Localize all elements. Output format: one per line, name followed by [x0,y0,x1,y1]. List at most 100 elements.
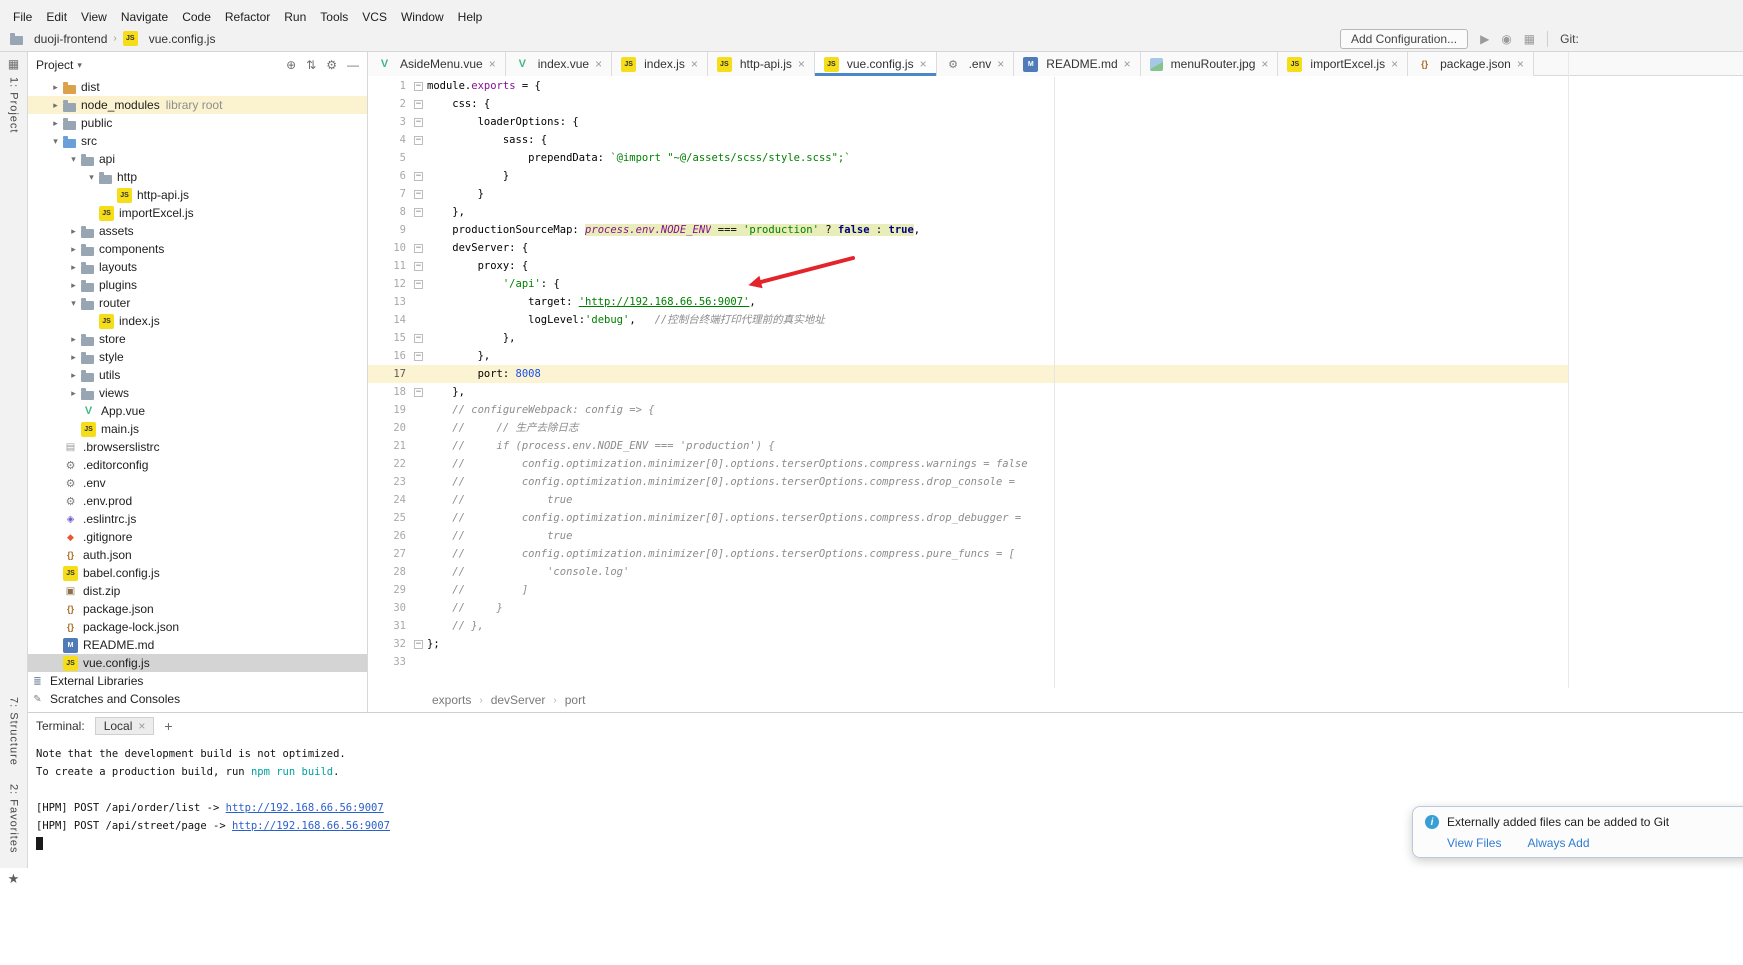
settings-icon[interactable]: ⚙ [326,58,337,72]
code-line[interactable]: 33 [368,653,1568,671]
code-line[interactable]: 17 port: 8008 [368,365,1568,383]
code-line[interactable]: 13 target: 'http://192.168.66.56:9007', [368,293,1568,311]
tab-close-icon[interactable]: × [1517,57,1524,71]
tab-readme-md[interactable]: README.md× [1014,52,1140,76]
chevron-right-icon[interactable]: ▸ [66,280,81,291]
menu-window[interactable]: Window [394,8,451,26]
breadcrumb-file[interactable]: vue.config.js [149,32,216,46]
tree-item-scratches-and-consoles[interactable]: Scratches and Consoles [28,690,367,708]
code-line[interactable]: 30 // } [368,599,1568,617]
tree-item-package-lock-json[interactable]: package-lock.json [28,618,367,636]
code-line[interactable]: 12− '/api': { [368,275,1568,293]
code-line[interactable]: 2− css: { [368,95,1568,113]
chevron-down-icon[interactable]: ▾ [66,298,81,309]
tab-close-icon[interactable]: × [691,57,698,71]
notification-action-view-files[interactable]: View Files [1447,836,1501,850]
chevron-right-icon[interactable]: ▸ [66,388,81,399]
tree-item-vue-config-js[interactable]: vue.config.js [28,654,367,672]
code-line[interactable]: 32−}; [368,635,1568,653]
chevron-right-icon[interactable]: ▸ [48,82,63,93]
tree-item-babel-config-js[interactable]: babel.config.js [28,564,367,582]
notification-action-always-add[interactable]: Always Add [1527,836,1589,850]
code-line[interactable]: 21 // if (process.env.NODE_ENV === 'prod… [368,437,1568,455]
fold-icon[interactable]: − [414,388,423,397]
tab-close-icon[interactable]: × [489,57,496,71]
tree-item-editorconfig[interactable]: .editorconfig [28,456,367,474]
tree-item-api[interactable]: ▾api [28,150,367,168]
code-line[interactable]: 23 // config.optimization.minimizer[0].o… [368,473,1568,491]
code-line[interactable]: 16− }, [368,347,1568,365]
tree-item-env-prod[interactable]: .env.prod [28,492,367,510]
tab-close-icon[interactable]: × [1391,57,1398,71]
tree-item-importexcel-js[interactable]: importExcel.js [28,204,367,222]
menu-run[interactable]: Run [277,8,313,26]
tree-item-external-libraries[interactable]: External Libraries [28,672,367,690]
menu-refactor[interactable]: Refactor [218,8,277,26]
code-line[interactable]: 4− sass: { [368,131,1568,149]
breadcrumb-devserver[interactable]: devServer [491,693,546,707]
chevron-down-icon[interactable]: ▾ [77,60,82,71]
chevron-down-icon[interactable]: ▾ [48,136,63,147]
tree-item-auth-json[interactable]: auth.json [28,546,367,564]
project-stripe-icon[interactable]: ▦ [8,57,19,71]
hide-icon[interactable]: — [347,58,359,72]
chevron-right-icon[interactable]: ▸ [66,352,81,363]
menu-view[interactable]: View [74,8,114,26]
code-line[interactable]: 3− loaderOptions: { [368,113,1568,131]
menu-code[interactable]: Code [175,8,218,26]
tree-item-public[interactable]: ▸public [28,114,367,132]
fold-icon[interactable]: − [414,334,423,343]
tab-importexcel-js[interactable]: importExcel.js× [1278,52,1408,76]
tree-item-assets[interactable]: ▸assets [28,222,367,240]
menu-vcs[interactable]: VCS [355,8,394,26]
terminal-link[interactable]: http://192.168.66.56:9007 [226,802,384,814]
chevron-right-icon[interactable]: ▸ [66,370,81,381]
chevron-right-icon[interactable]: ▸ [66,262,81,273]
code-line[interactable]: 19 // configureWebpack: config => { [368,401,1568,419]
tree-item-src[interactable]: ▾src [28,132,367,150]
tree-item-node-modules[interactable]: ▸node_moduleslibrary root [28,96,367,114]
chevron-right-icon[interactable]: ▸ [66,226,81,237]
code-line[interactable]: 7− } [368,185,1568,203]
tree-item-router[interactable]: ▾router [28,294,367,312]
run-icon[interactable]: ▶ [1480,32,1489,46]
tree-item-gitignore[interactable]: .gitignore [28,528,367,546]
add-configuration-button[interactable]: Add Configuration... [1340,29,1468,49]
tab-http-api-js[interactable]: http-api.js× [708,52,815,76]
code-line[interactable]: 5 prependData: `@import "~@/assets/scss/… [368,149,1568,167]
chevron-right-icon[interactable]: ▸ [66,334,81,345]
locate-icon[interactable]: ⊕ [286,58,296,72]
tab-close-icon[interactable]: × [1124,57,1131,71]
code-line[interactable]: 31 // }, [368,617,1568,635]
tool-window-button-2-favorites[interactable]: 2: Favorites [8,784,20,853]
tree-item-plugins[interactable]: ▸plugins [28,276,367,294]
tab-close-icon[interactable]: × [595,57,602,71]
code-line[interactable]: 28 // 'console.log' [368,563,1568,581]
code-line[interactable]: 9 productionSourceMap: process.env.NODE_… [368,221,1568,239]
tree-item-env[interactable]: .env [28,474,367,492]
fold-icon[interactable]: − [414,208,423,217]
tree-item-utils[interactable]: ▸utils [28,366,367,384]
code-line[interactable]: 1−module.exports = { [368,77,1568,95]
code-line[interactable]: 29 // ] [368,581,1568,599]
tab-close-icon[interactable]: × [920,57,927,71]
tree-item-main-js[interactable]: main.js [28,420,367,438]
chevron-right-icon[interactable]: ▸ [48,118,63,129]
tab-package-json[interactable]: package.json× [1408,52,1534,76]
breadcrumb-exports[interactable]: exports [432,693,471,707]
code-line[interactable]: 27 // config.optimization.minimizer[0].o… [368,545,1568,563]
tree-item-package-json[interactable]: package.json [28,600,367,618]
chevron-right-icon[interactable]: ▸ [66,244,81,255]
tab-index-vue[interactable]: index.vue× [506,52,612,76]
fold-icon[interactable]: − [414,262,423,271]
code-line[interactable]: 11− proxy: { [368,257,1568,275]
collapse-all-icon[interactable]: ⇅ [306,58,316,72]
menu-file[interactable]: File [6,8,39,26]
terminal-link[interactable]: http://192.168.66.56:9007 [232,820,390,832]
fold-icon[interactable]: − [414,100,423,109]
tab-vue-config-js[interactable]: vue.config.js× [815,52,937,76]
code-line[interactable]: 25 // config.optimization.minimizer[0].o… [368,509,1568,527]
tab-close-icon[interactable]: × [997,57,1004,71]
tab-menurouter-jpg[interactable]: menuRouter.jpg× [1141,52,1279,76]
fold-icon[interactable]: − [414,280,423,289]
